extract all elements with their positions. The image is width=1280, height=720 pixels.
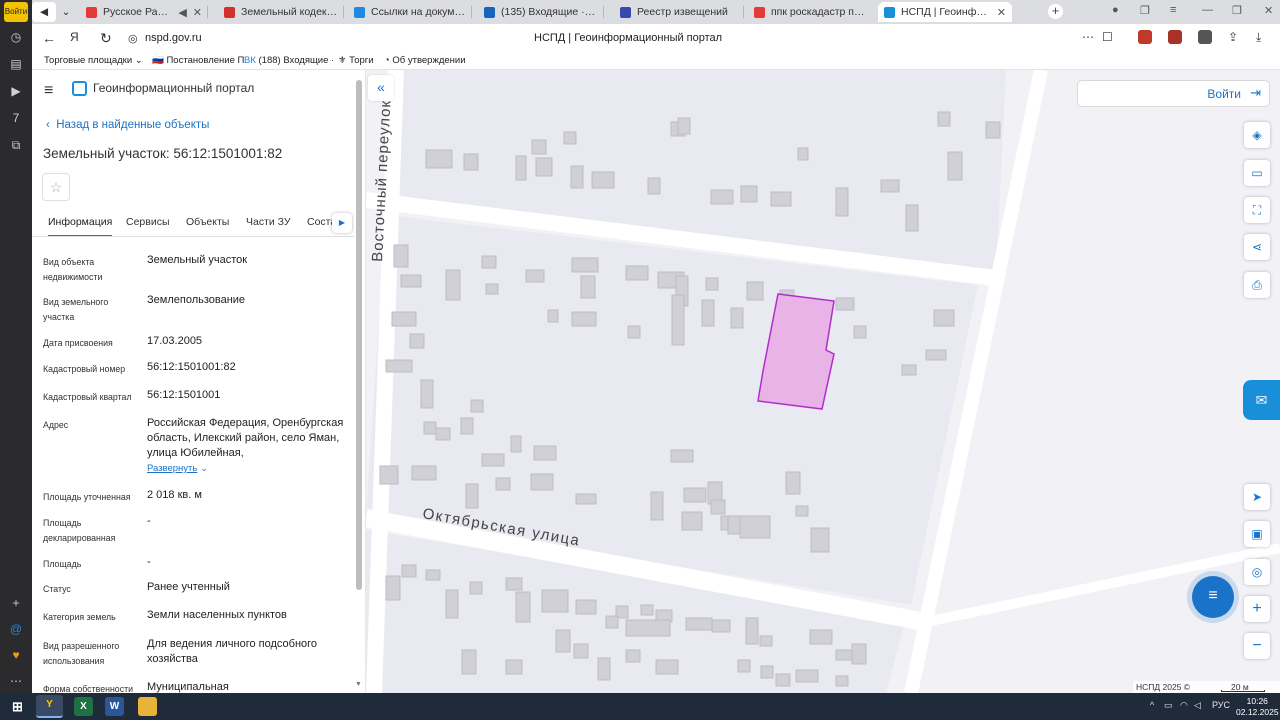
notes-icon[interactable]: ▤ [7,55,25,73]
extension-icon[interactable] [1198,30,1212,44]
language-indicator[interactable]: РУС [1212,700,1230,710]
info-tabs: Информация Сервисы Объекты Части ЗУ Сост… [32,209,354,237]
portal-logo-icon [72,81,87,96]
tab[interactable]: (135) Входящие · Почта М [478,2,604,22]
tab[interactable]: ппк роскадастр по оренб [748,2,872,22]
collapse-panel-button[interactable]: « [368,75,394,101]
locate-icon[interactable]: ➤ [1244,484,1270,510]
copy-icon[interactable]: ⧉ [7,136,25,154]
extension-icon[interactable] [1138,30,1152,44]
extension-icon[interactable] [1168,30,1182,44]
ruler-icon[interactable]: ▭ [1244,160,1270,186]
windows-start-icon[interactable]: ⊞ [8,697,27,716]
calendar-icon[interactable]: 7 [7,109,25,127]
close-window-icon[interactable]: ✕ [1264,4,1273,17]
reload-icon[interactable]: ↻ [100,30,112,47]
tabs-menu-icon[interactable]: ⌄ [58,2,74,22]
back-link[interactable]: ‹ Назад в найденные объекты [46,119,209,131]
volume-icon[interactable]: ◁ [1194,700,1201,711]
add-icon[interactable]: + [7,594,25,612]
more-icon[interactable]: ⋯ [7,672,25,690]
minimap-icon[interactable]: ▣ [1244,521,1270,547]
tab[interactable]: Ссылки на документ / фр [348,2,472,22]
heart-icon[interactable]: ♥ [7,646,25,664]
login-button[interactable]: Войти ⇥ [1077,80,1270,107]
history-icon[interactable]: ◷ [7,28,25,46]
url-field[interactable]: nspd.gov.ru [145,32,202,44]
bookmark-item[interactable]: Торговые площадки ⌄ [44,55,143,66]
taskbar: ⊞ Y X W ^ ▭ ◠ ◁ РУС 10:26 02.12.2025 [0,693,1280,720]
menu-icon[interactable]: ≡ [44,82,53,100]
yandex-browser-icon[interactable]: Y [36,695,63,718]
maximize-icon[interactable]: ❐ [1232,4,1242,17]
profile-button[interactable]: Войти [4,2,28,22]
layers-icon[interactable]: ◈ [1244,122,1270,148]
tab[interactable]: Русское Радио — сл◀✕ [80,2,208,22]
bookmark-item[interactable]: ⚜ Торги [338,55,374,66]
clock[interactable]: 10:26 02.12.2025 [1236,696,1279,718]
bookmark-item[interactable]: ВК (188) Входящие · [244,55,334,66]
object-info-panel: ≡ Геоинформационный портал ‹ Назад в най… [32,70,366,693]
panel-scrollbar[interactable] [356,80,362,590]
play-icon[interactable]: ▶ [7,82,25,100]
bookmarks-bar: Торговые площадки ⌄ 🇷🇺 Постановление П В… [32,52,1280,70]
page-title-display: НСПД | Геоинформационный портал [534,32,723,44]
collections-icon[interactable]: ❐ [1140,4,1150,17]
back-icon[interactable]: ← [42,30,56,46]
tabs-scroll-right-button[interactable]: ▶ [332,213,352,233]
wifi-icon[interactable]: ◠ [1180,700,1188,711]
zoom-out-button[interactable]: − [1244,633,1270,659]
page-title: Земельный участок: 56:12:1501001:82 [43,146,283,161]
menu-icon[interactable]: ≡ [1170,4,1176,16]
excel-icon[interactable]: X [74,697,93,716]
bookmark-icon[interactable]: ☐ [1102,30,1113,44]
tab[interactable]: Земельный кодекс Росси [218,2,344,22]
login-icon: ⇥ [1250,85,1261,100]
downloads-icon[interactable]: ⤓ [1256,30,1261,45]
audio-tab-icon[interactable]: ◀ [32,2,56,22]
tab-active[interactable]: НСПД | Геоинформацио✕ [878,2,1012,22]
map-canvas[interactable]: Восточный переулок Октябрьская улица [366,70,1280,693]
expand-link[interactable]: Развернуть [147,463,197,474]
tab-objects[interactable]: Объекты [186,216,229,228]
yandex-icon[interactable]: Я [70,30,79,44]
tray-chevron-icon[interactable]: ^ [1150,700,1154,710]
new-tab-button[interactable]: + [1048,4,1063,19]
browser-sidebar: Войти ◷ ▤ ▶ 7 ⧉ + @ ♥ ⋯ [0,0,32,693]
zoom-in-button[interactable]: + [1244,596,1270,622]
share-icon[interactable]: ⇪ [1228,30,1238,44]
mail-icon[interactable]: @ [7,620,25,638]
network-icon[interactable]: ▭ [1164,700,1173,711]
tab-strip: ◀ ⌄ Русское Радио — сл◀✕ Земельный кодек… [32,0,1280,24]
print-icon[interactable]: ⎙ [1244,272,1270,298]
minimize-icon[interactable]: — [1202,4,1213,16]
address-bar: ← Я ↻ ◎ nspd.gov.ru НСПД | Геоинформацио… [32,24,1280,52]
geolocation-icon[interactable]: ◎ [1244,559,1270,585]
tab[interactable]: Реестр извещений [614,2,744,22]
bookmark-item[interactable]: 🇷🇺 Постановление П [152,55,244,66]
file-explorer-icon[interactable] [138,697,157,716]
support-chat-button[interactable]: ✉ [1243,380,1280,420]
assistant-chat-button[interactable]: ≡ [1192,576,1234,618]
bookmark-item[interactable]: ◔ Об утверждении [384,55,466,66]
favorite-star-button[interactable]: ☆ [42,173,70,201]
tab-services[interactable]: Сервисы [126,216,170,228]
scroll-down-icon[interactable]: ▼ [355,681,362,688]
select-area-icon[interactable]: ⛶ [1244,197,1270,223]
portal-name: Геоинформационный портал [93,81,255,95]
tab-information[interactable]: Информация [48,216,113,236]
share-icon[interactable]: ⋖ [1244,234,1270,260]
chevron-down-icon: ⌄ [200,463,208,473]
scale-bar [1221,690,1265,692]
account-icon[interactable]: ● [1112,4,1119,16]
tab-parts[interactable]: Части ЗУ [246,216,291,228]
site-info-icon[interactable]: ◎ [128,32,138,45]
more-options-icon[interactable]: ⋯ [1082,30,1094,44]
word-icon[interactable]: W [105,697,124,716]
map-attribution: НСПД 2025 © 20 м [1133,681,1280,693]
